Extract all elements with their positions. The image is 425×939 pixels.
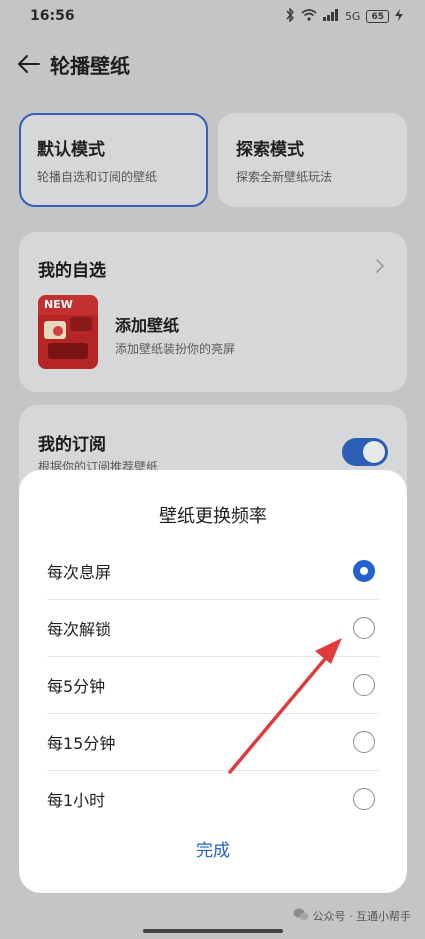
radio-unchecked[interactable] — [353, 730, 375, 753]
sheet-title: 壁纸更换频率 — [159, 506, 267, 527]
option-label: 每次息屏 — [47, 562, 112, 582]
subscription-title: 我的订阅 — [38, 435, 106, 455]
bluetooth-icon — [285, 6, 295, 25]
page-title: 轮播壁纸 — [50, 53, 130, 78]
add-wallpaper-subtitle: 添加壁纸装扮你的亮屏 — [115, 342, 236, 356]
radio-unchecked[interactable] — [353, 616, 375, 639]
option-every-1-hour[interactable]: 每1小时 — [47, 770, 379, 827]
option-label: 每15分钟 — [47, 733, 116, 753]
option-every-screen-off[interactable]: 每次息屏 — [47, 542, 379, 599]
wifi-icon — [301, 8, 317, 24]
option-label: 每5分钟 — [47, 676, 106, 696]
mode-title: 探索模式 — [236, 140, 304, 160]
watermark-text: 公众号 · 互通小帮手 — [312, 910, 412, 923]
option-every-15-min[interactable]: 每15分钟 — [47, 713, 379, 770]
header: 轮播壁纸 — [14, 48, 130, 80]
arrow-left-icon[interactable] — [14, 50, 42, 78]
home-indicator[interactable] — [143, 929, 283, 933]
frequency-sheet: 壁纸更换频率 每次息屏 每次解锁 每5分钟 每15分钟 每1小时 完成 — [19, 470, 407, 893]
option-label: 每次解锁 — [47, 619, 112, 639]
new-badge: NEW — [38, 295, 98, 315]
signal-icon — [322, 8, 339, 24]
add-wallpaper-title: 添加壁纸 — [115, 316, 180, 335]
done-button[interactable]: 完成 — [19, 836, 407, 861]
my-picks-card[interactable]: 我的自选 NEW 添加壁纸 添加壁纸装扮你的亮屏 — [19, 232, 407, 392]
mode-card-explore[interactable]: 探索模式 探索全新壁纸玩法 — [218, 113, 407, 207]
chevron-right-icon[interactable] — [375, 258, 385, 278]
radio-checked[interactable] — [353, 559, 375, 582]
mode-subtitle: 探索全新壁纸玩法 — [236, 170, 333, 184]
status-bar: 16:56 5G 65 — [0, 0, 425, 32]
mode-title: 默认模式 — [37, 140, 105, 160]
radio-unchecked[interactable] — [353, 787, 375, 810]
option-every-unlock[interactable]: 每次解锁 — [47, 599, 379, 656]
mode-card-default[interactable]: 默认模式 轮播自选和订阅的壁纸 — [19, 113, 208, 207]
watermark: 公众号 · 互通小帮手 — [293, 908, 412, 924]
battery-indicator: 65 — [366, 9, 389, 23]
radio-unchecked[interactable] — [353, 673, 375, 696]
subscription-toggle[interactable] — [342, 438, 388, 466]
option-label: 每1小时 — [47, 790, 106, 810]
status-icons: 5G 65 — [285, 6, 403, 25]
mode-subtitle: 轮播自选和订阅的壁纸 — [37, 170, 158, 184]
status-time: 16:56 — [30, 8, 75, 24]
my-picks-title: 我的自选 — [38, 261, 106, 281]
option-every-5-min[interactable]: 每5分钟 — [47, 656, 379, 713]
wallpaper-thumbnail[interactable]: NEW — [38, 295, 98, 369]
charging-icon — [395, 8, 403, 24]
network-type-label: 5G — [344, 9, 361, 23]
toggle-knob — [363, 441, 385, 463]
wechat-icon — [293, 908, 309, 924]
